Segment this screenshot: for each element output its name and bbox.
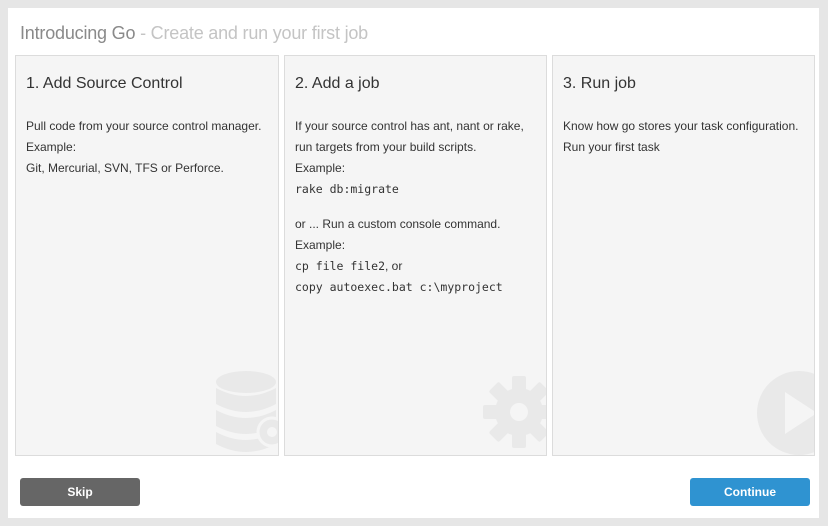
- card-heading: 3. Run job: [563, 75, 636, 92]
- modal-title-subtitle: - Create and run your first job: [135, 23, 368, 43]
- code-example: cp file file2: [295, 259, 386, 273]
- card-text: or ... Run a custom console command.: [295, 217, 501, 231]
- code-example-line: cp file file2, or: [295, 256, 538, 277]
- card-text: Example:: [295, 161, 346, 175]
- code-example: rake db:migrate: [295, 182, 399, 196]
- card-text: Example:: [295, 238, 346, 252]
- modal-title-main: Introducing Go: [20, 23, 136, 43]
- intro-modal: Introducing Go - Create and run your fir…: [8, 8, 819, 518]
- play-icon: [757, 371, 814, 455]
- card-text: Run your first task: [563, 140, 660, 154]
- card-heading: 2. Add a job: [295, 75, 380, 92]
- card-text: Git, Mercurial, SVN, TFS or Perforce.: [26, 161, 224, 175]
- card-heading: 1. Add Source Control: [26, 75, 183, 92]
- card-text: Know how go stores your task configurati…: [563, 119, 799, 133]
- gear-icon: [483, 376, 546, 448]
- card-body: Pull code from your source control manag…: [26, 116, 270, 179]
- continue-button[interactable]: Continue: [690, 478, 810, 506]
- card-run-job: 3. Run job Know how go stores your task …: [552, 55, 815, 456]
- card-add-source-control: 1. Add Source Control Pull code from you…: [15, 55, 279, 456]
- card-text: If your source control has ant, nant or …: [295, 119, 524, 154]
- card-text: Example:: [26, 140, 77, 154]
- modal-title: Introducing Go - Create and run your fir…: [20, 23, 368, 44]
- card-text: Pull code from your source control manag…: [26, 119, 262, 133]
- card-body: If your source control has ant, nant or …: [295, 116, 538, 298]
- card-text: , or: [385, 259, 403, 273]
- card-add-a-job: 2. Add a job If your source control has …: [284, 55, 547, 456]
- database-icon: [216, 371, 278, 452]
- skip-button[interactable]: Skip: [20, 478, 140, 506]
- card-body: Know how go stores your task configurati…: [563, 116, 806, 158]
- code-example: copy autoexec.bat c:\myproject: [295, 280, 503, 294]
